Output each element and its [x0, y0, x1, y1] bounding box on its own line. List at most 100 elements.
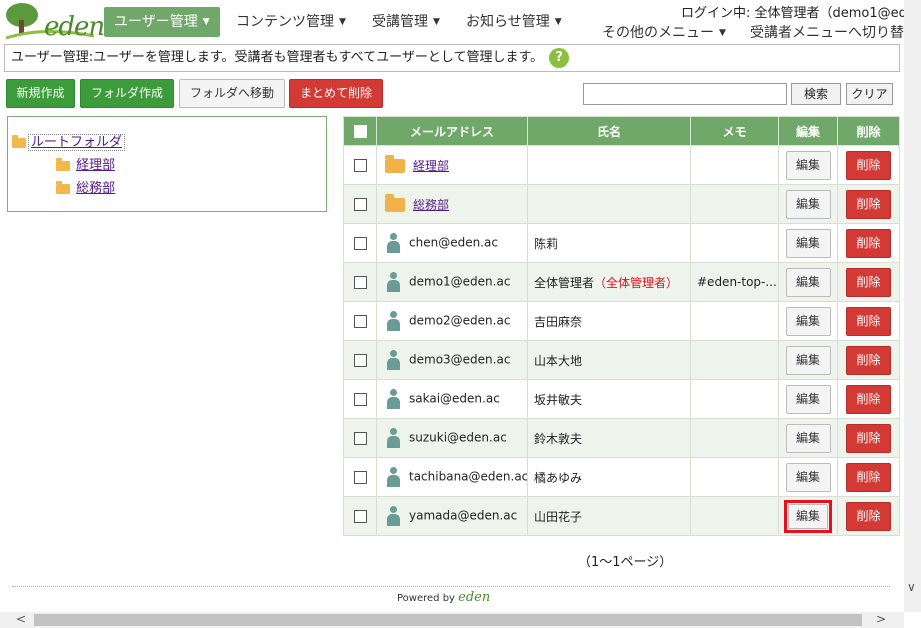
delete-button[interactable]: 削除 — [846, 306, 891, 336]
delete-button[interactable]: 削除 — [846, 501, 891, 531]
folder-open-icon — [12, 134, 26, 148]
nav-user-management[interactable]: ユーザー管理 ▼ — [104, 7, 220, 37]
folder-icon — [385, 155, 405, 173]
move-to-folder-button[interactable]: フォルダへ移動 — [179, 79, 285, 108]
row-checkbox[interactable] — [353, 393, 367, 406]
eden-logo[interactable]: eden — [4, 2, 105, 42]
table-row: demo2@eden.ac 吉田麻奈 編集 削除 — [343, 301, 900, 341]
caret-down-icon: ▼ — [554, 17, 562, 27]
vertical-scrollbar[interactable]: ∨ — [904, 0, 921, 612]
edit-button[interactable]: 編集 — [785, 462, 831, 492]
edit-button[interactable]: 編集 — [785, 345, 831, 375]
delete-button[interactable]: 削除 — [846, 345, 891, 375]
clear-button[interactable]: クリア — [846, 83, 893, 105]
delete-button[interactable]: 削除 — [846, 189, 891, 219]
student-menu-link[interactable]: 受講者メニューへ切り替 — [750, 22, 904, 42]
delete-button[interactable]: 削除 — [846, 150, 891, 180]
row-checkbox[interactable] — [353, 354, 367, 367]
new-folder-button[interactable]: フォルダ作成 — [80, 79, 174, 108]
row-checkbox[interactable] — [353, 471, 367, 484]
edit-button[interactable]: 編集 — [785, 189, 831, 219]
user-name: 山本大地 — [534, 353, 583, 368]
select-all-header[interactable] — [343, 116, 377, 146]
user-email: chen@eden.ac — [409, 235, 498, 250]
nav-label: 受講管理 — [372, 14, 428, 30]
bulk-delete-button[interactable]: まとめて削除 — [289, 79, 383, 108]
edit-button[interactable]: 編集 — [785, 267, 831, 297]
tree-node-accounting[interactable]: 経理部 — [56, 154, 115, 173]
row-checkbox[interactable] — [353, 237, 367, 250]
delete-button[interactable]: 削除 — [846, 228, 891, 258]
search-input[interactable] — [583, 83, 787, 105]
user-name: 鈴木敦夫 — [534, 431, 583, 446]
user-email: yamada@eden.ac — [409, 508, 518, 523]
user-email: demo2@eden.ac — [409, 313, 511, 328]
edit-button[interactable]: 編集 — [785, 228, 831, 258]
user-email: demo1@eden.ac — [409, 274, 511, 289]
scroll-right-icon[interactable]: > — [876, 612, 886, 626]
row-checkbox[interactable] — [353, 159, 367, 172]
row-checkbox[interactable] — [353, 432, 367, 445]
tree-node-label: 経理部 — [76, 158, 116, 173]
user-email: tachibana@eden.ac — [409, 469, 528, 484]
edit-button[interactable]: 編集 — [785, 306, 831, 336]
user-icon — [387, 428, 400, 448]
edit-button[interactable]: 編集 — [788, 503, 828, 529]
user-email: demo3@eden.ac — [409, 352, 511, 367]
caret-down-icon: ▼ — [433, 17, 440, 27]
folder-link[interactable]: 経理部 — [413, 159, 449, 173]
delete-button[interactable]: 削除 — [846, 423, 891, 453]
scroll-left-icon[interactable]: < — [16, 612, 26, 626]
nav-news-management[interactable]: お知らせ管理 ▼ — [466, 7, 562, 37]
user-name: 全体管理者 — [534, 275, 595, 290]
row-checkbox[interactable] — [353, 510, 367, 523]
user-icon — [387, 467, 400, 487]
table-row: 総務部 編集 削除 — [343, 184, 900, 224]
horizontal-scroll-thumb[interactable] — [34, 614, 862, 626]
scroll-down-icon[interactable]: ∨ — [907, 580, 916, 594]
edit-button[interactable]: 編集 — [785, 150, 831, 180]
folder-link[interactable]: 総務部 — [413, 198, 449, 212]
description-text: ユーザー管理:ユーザーを管理します。受講者も管理者もすべてユーザーとして管理しま… — [11, 50, 544, 65]
pager: （1～1ページ） — [578, 555, 673, 570]
row-checkbox[interactable] — [353, 198, 367, 211]
table-row: suzuki@eden.ac 鈴木敦夫 編集 削除 — [343, 418, 900, 458]
nav-label: お知らせ管理 — [466, 14, 550, 30]
name-header: 氏名 — [527, 116, 691, 146]
folder-open-icon — [56, 157, 70, 171]
nav-course-management[interactable]: 受講管理 ▼ — [372, 7, 440, 37]
footer-logo: eden — [458, 590, 491, 605]
delete-button[interactable]: 削除 — [846, 267, 891, 297]
nav-label: ユーザー管理 — [114, 14, 198, 30]
tree-root[interactable]: ルートフォルダ — [12, 131, 126, 151]
user-icon — [387, 272, 400, 292]
memo-header: メモ — [690, 116, 779, 146]
caret-down-icon: ▼ — [339, 17, 346, 27]
powered-by: Powered by eden — [397, 590, 490, 605]
other-menu[interactable]: その他のメニュー ▼ — [602, 22, 726, 42]
header: eden ユーザー管理 ▼ コンテンツ管理 ▼ 受講管理 ▼ お知らせ管理 ▼ ログイン… — [0, 0, 915, 44]
tree-node-general-affairs[interactable]: 総務部 — [56, 177, 115, 196]
edit-button-highlight: 編集 — [784, 499, 832, 533]
user-icon — [387, 506, 400, 526]
delete-button[interactable]: 削除 — [846, 462, 891, 492]
table-row: sakai@eden.ac 坂井敏夫 編集 削除 — [343, 379, 900, 419]
edit-button[interactable]: 編集 — [785, 384, 831, 414]
delete-button[interactable]: 削除 — [846, 384, 891, 414]
user-name: 吉田麻奈 — [534, 314, 583, 329]
table-header-row: メールアドレス 氏名 メモ 編集 削除 — [343, 116, 900, 146]
new-button[interactable]: 新規作成 — [6, 79, 75, 108]
admin-note: （全体管理者） — [594, 275, 679, 290]
select-all-checkbox[interactable] — [353, 125, 367, 138]
search-button[interactable]: 検索 — [791, 83, 841, 105]
user-name: 山田花子 — [534, 509, 583, 524]
edit-button[interactable]: 編集 — [785, 423, 831, 453]
horizontal-scrollbar[interactable]: < > — [0, 612, 904, 628]
row-checkbox[interactable] — [353, 276, 367, 289]
nav-content-management[interactable]: コンテンツ管理 ▼ — [236, 7, 346, 37]
logo-text: eden — [44, 12, 105, 42]
edit-header: 編集 — [778, 116, 838, 146]
help-icon[interactable]: ? — [549, 47, 570, 68]
tree-node-label: 総務部 — [76, 181, 116, 196]
row-checkbox[interactable] — [353, 315, 367, 328]
